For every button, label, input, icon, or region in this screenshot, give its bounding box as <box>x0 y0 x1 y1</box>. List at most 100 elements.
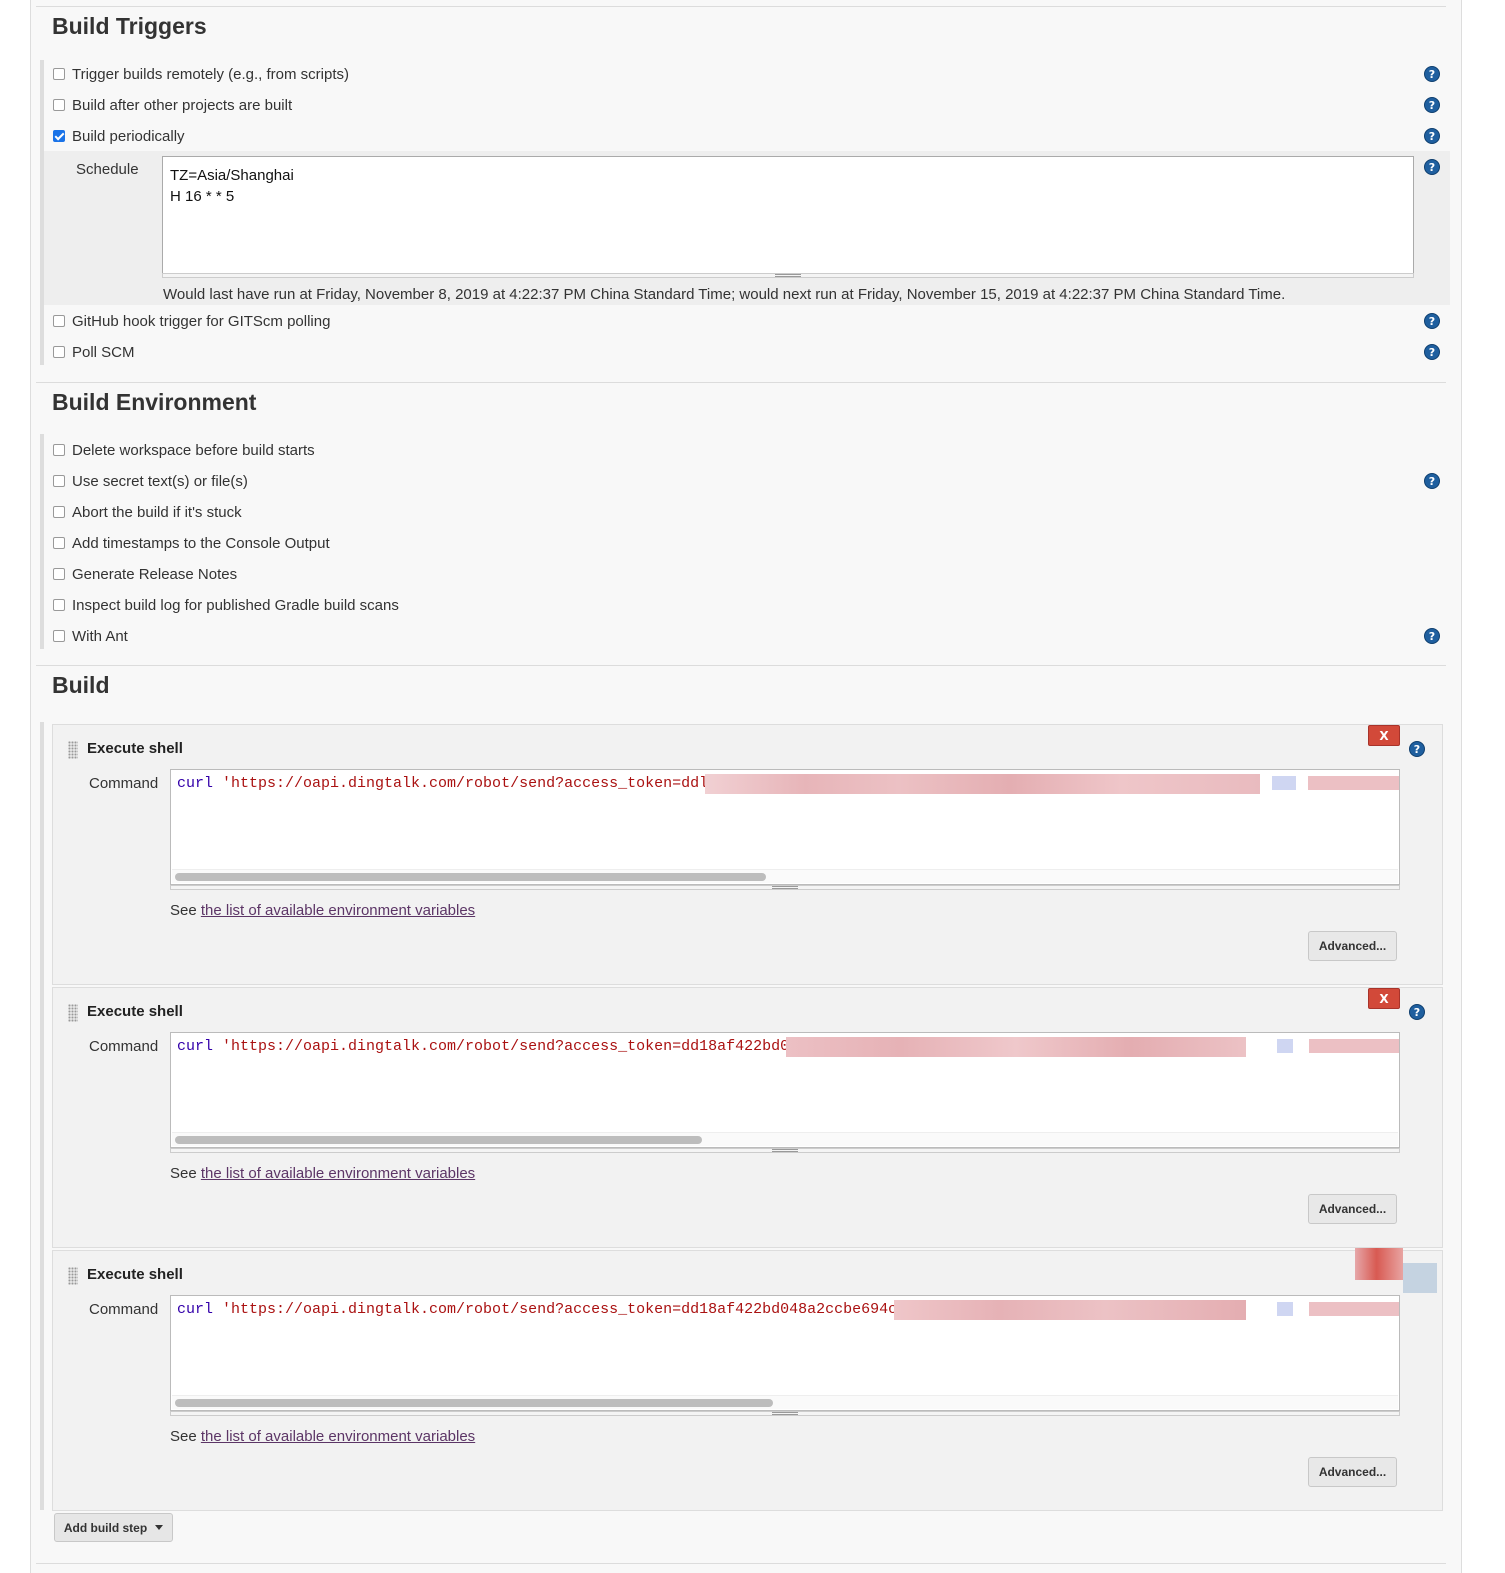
env-timestamps-checkbox[interactable] <box>53 537 65 549</box>
env-abort-stuck-checkbox[interactable] <box>53 506 65 518</box>
advanced-button[interactable]: Advanced... <box>1308 1457 1397 1487</box>
env-secret-text-option[interactable]: Use secret text(s) or file(s) <box>53 470 248 492</box>
help-icon[interactable]: ? <box>1424 344 1440 360</box>
command-keyword: curl <box>177 1301 214 1318</box>
delete-step-button[interactable]: X <box>1368 725 1400 746</box>
schedule-label: Schedule <box>76 161 139 178</box>
env-delete-workspace-option[interactable]: Delete workspace before build starts <box>53 439 315 461</box>
env-secret-text-label: Use secret text(s) or file(s) <box>72 472 248 490</box>
command-text: curl 'https://oapi.dingtalk.com/robot/se… <box>177 1301 897 1318</box>
env-vars-link[interactable]: the list of available environment variab… <box>201 1165 475 1182</box>
env-release-notes-label: Generate Release Notes <box>72 565 238 583</box>
trigger-periodic-option[interactable]: Build periodically <box>53 125 185 147</box>
trigger-after-projects-checkbox[interactable] <box>53 99 65 111</box>
redacted-delete-button <box>1355 1248 1403 1280</box>
env-delete-workspace-checkbox[interactable] <box>53 444 65 456</box>
redacted-token <box>705 774 1260 794</box>
grip-icon <box>772 1412 798 1415</box>
section-divider <box>36 382 1446 383</box>
trigger-github-hook-checkbox[interactable] <box>53 315 65 327</box>
trigger-poll-scm-option[interactable]: Poll SCM <box>53 341 135 363</box>
help-icon[interactable]: ? <box>1424 128 1440 144</box>
help-icon[interactable]: ? <box>1409 741 1425 757</box>
command-url: 'https://oapi.dingtalk.com/robot/send?ac… <box>213 1038 790 1055</box>
advanced-button[interactable]: Advanced... <box>1308 931 1397 961</box>
horizontal-scrollbar[interactable] <box>172 869 1398 883</box>
trigger-poll-scm-checkbox[interactable] <box>53 346 65 358</box>
help-icon[interactable]: ? <box>1424 159 1440 175</box>
command-label: Command <box>89 775 159 792</box>
env-abort-stuck-label: Abort the build if it's stuck <box>72 503 242 521</box>
redacted-token <box>1308 776 1399 790</box>
command-url: 'https://oapi.dingtalk.com/robot/send?ac… <box>213 775 709 792</box>
help-icon[interactable]: ? <box>1424 97 1440 113</box>
env-with-ant-checkbox[interactable] <box>53 630 65 642</box>
schedule-textarea[interactable]: TZ=Asia/Shanghai H 16 * * 5 <box>162 156 1414 274</box>
env-vars-prefix: See <box>170 1165 201 1182</box>
section-divider <box>36 1563 1446 1564</box>
step-title: Execute shell <box>87 1003 183 1020</box>
textarea-resize-handle[interactable] <box>162 273 1414 278</box>
env-with-ant-label: With Ant <box>72 627 128 645</box>
command-text: curl 'https://oapi.dingtalk.com/robot/se… <box>177 775 708 792</box>
build-step-execute-shell: Execute shell Command curl 'https://oapi… <box>52 1250 1443 1511</box>
build-triggers-heading: Build Triggers <box>52 13 207 39</box>
trigger-github-hook-option[interactable]: GitHub hook trigger for GITScm polling <box>53 310 330 332</box>
section-divider <box>36 6 1446 7</box>
help-icon[interactable]: ? <box>1424 628 1440 644</box>
trigger-remote-checkbox[interactable] <box>53 68 65 80</box>
env-vars-prefix: See <box>170 902 201 919</box>
command-textarea[interactable]: curl 'https://oapi.dingtalk.com/robot/se… <box>170 1295 1400 1411</box>
env-gradle-scans-checkbox[interactable] <box>53 599 65 611</box>
env-timestamps-option[interactable]: Add timestamps to the Console Output <box>53 532 330 554</box>
scrollbar-thumb[interactable] <box>175 873 766 881</box>
schedule-line: H 16 * * 5 <box>170 188 235 205</box>
delete-step-button[interactable]: X <box>1368 988 1400 1009</box>
env-timestamps-label: Add timestamps to the Console Output <box>72 534 330 552</box>
horizontal-scrollbar[interactable] <box>172 1132 1398 1146</box>
trigger-after-projects-option[interactable]: Build after other projects are built <box>53 94 292 116</box>
step-title: Execute shell <box>87 1266 183 1283</box>
add-build-step-button[interactable]: Add build step <box>54 1513 173 1542</box>
command-textarea[interactable]: curl 'https://oapi.dingtalk.com/robot/se… <box>170 1032 1400 1148</box>
environment-group-bar <box>40 434 44 649</box>
command-textarea[interactable]: curl 'https://oapi.dingtalk.com/robot/se… <box>170 769 1400 885</box>
env-release-notes-checkbox[interactable] <box>53 568 65 580</box>
horizontal-scrollbar[interactable] <box>172 1395 1398 1409</box>
env-secret-text-checkbox[interactable] <box>53 475 65 487</box>
env-vars-link[interactable]: the list of available environment variab… <box>201 902 475 919</box>
trigger-github-hook-label: GitHub hook trigger for GITScm polling <box>72 312 331 330</box>
trigger-periodic-checkbox[interactable] <box>53 130 65 142</box>
textarea-resize-handle[interactable] <box>170 1411 1400 1416</box>
env-abort-stuck-option[interactable]: Abort the build if it's stuck <box>53 501 242 523</box>
grip-icon <box>775 274 801 277</box>
help-icon[interactable]: ? <box>1409 1004 1425 1020</box>
advanced-button[interactable]: Advanced... <box>1308 1194 1397 1224</box>
drag-handle-icon[interactable] <box>68 1267 78 1285</box>
help-icon[interactable]: ? <box>1424 473 1440 489</box>
scrollbar-thumb[interactable] <box>175 1399 773 1407</box>
redacted-token <box>894 1300 1246 1320</box>
command-text: curl 'https://oapi.dingtalk.com/robot/se… <box>177 1038 789 1055</box>
env-gradle-scans-label: Inspect build log for published Gradle b… <box>72 596 399 614</box>
trigger-remote-option[interactable]: Trigger builds remotely (e.g., from scri… <box>53 63 349 85</box>
build-step-execute-shell: Execute shell X Command curl 'https://oa… <box>52 987 1443 1248</box>
build-step-execute-shell: Execute shell X Command curl 'https://oa… <box>52 724 1443 985</box>
help-icon[interactable]: ? <box>1424 313 1440 329</box>
redacted-token <box>1309 1302 1399 1316</box>
drag-handle-icon[interactable] <box>68 1004 78 1022</box>
help-icon[interactable]: ? <box>1424 66 1440 82</box>
env-vars-link[interactable]: the list of available environment variab… <box>201 1428 475 1445</box>
add-build-step-label: Add build step <box>63 1520 148 1535</box>
textarea-resize-handle[interactable] <box>170 885 1400 890</box>
textarea-resize-handle[interactable] <box>170 1148 1400 1153</box>
scrollbar-thumb[interactable] <box>175 1136 702 1144</box>
chevron-down-icon <box>155 1525 164 1530</box>
redacted-token <box>786 1037 1246 1057</box>
env-vars-hint: See the list of available environment va… <box>170 1165 475 1182</box>
drag-handle-icon[interactable] <box>68 741 78 759</box>
env-with-ant-option[interactable]: With Ant <box>53 625 128 647</box>
env-gradle-scans-option[interactable]: Inspect build log for published Gradle b… <box>53 594 399 616</box>
env-release-notes-option[interactable]: Generate Release Notes <box>53 563 237 585</box>
build-heading: Build <box>52 672 110 698</box>
